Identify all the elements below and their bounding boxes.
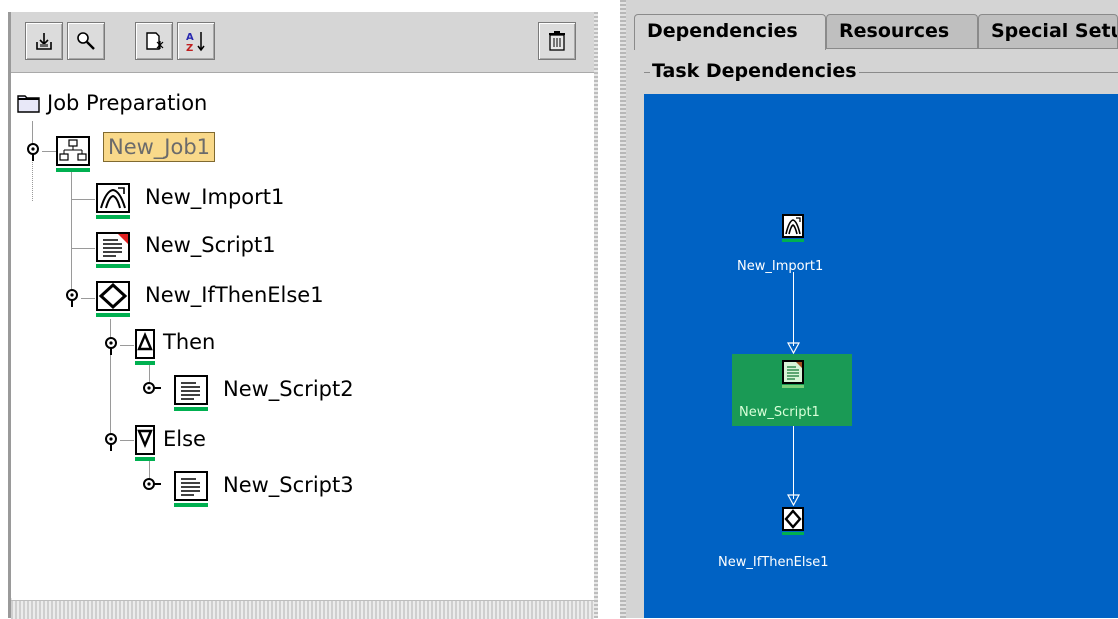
tree-connector bbox=[32, 155, 33, 201]
ifthenelse-node[interactable] bbox=[96, 281, 130, 317]
tree-label-new-ifthenelse1[interactable]: New_IfThenElse1 bbox=[145, 283, 324, 307]
decision-diamond-icon bbox=[784, 509, 802, 529]
import-icon bbox=[100, 187, 126, 209]
graph-node-label[interactable]: New_IfThenElse1 bbox=[718, 555, 829, 570]
import-node[interactable] bbox=[96, 183, 130, 219]
group-title: Task Dependencies bbox=[650, 60, 859, 82]
import-button[interactable] bbox=[25, 22, 63, 60]
sort-az-icon: A Z bbox=[186, 32, 205, 53]
import-icon bbox=[36, 33, 52, 50]
tree-label-new-job1[interactable]: New_Job1 bbox=[103, 132, 216, 162]
tree-root-label: Job Preparation bbox=[47, 91, 208, 115]
expand-handle-icon[interactable] bbox=[62, 287, 82, 307]
search-icon bbox=[77, 32, 95, 50]
graph-node-label[interactable]: New_Script1 bbox=[739, 405, 820, 420]
new-task-button[interactable] bbox=[135, 22, 173, 60]
splitter-strip[interactable] bbox=[620, 0, 626, 618]
tree-label-new-script3[interactable]: New_Script3 bbox=[223, 473, 354, 497]
graph-node-import-icon[interactable] bbox=[782, 214, 804, 242]
tab-dependencies[interactable]: Dependencies bbox=[634, 14, 826, 50]
new-document-icon bbox=[146, 32, 164, 50]
graph-node-script-icon[interactable] bbox=[782, 360, 804, 388]
tree-connector bbox=[42, 151, 56, 152]
folder-icon bbox=[17, 95, 40, 113]
job-tree: Job Preparation New_Job1 New_Import1 New… bbox=[11, 73, 594, 598]
job-node[interactable] bbox=[56, 136, 90, 172]
horizontal-scrollbar[interactable] bbox=[11, 600, 594, 619]
then-node[interactable] bbox=[135, 329, 155, 365]
script-icon bbox=[181, 382, 200, 400]
tree-connector bbox=[71, 199, 95, 200]
import-icon bbox=[785, 217, 801, 235]
script-node[interactable] bbox=[174, 375, 208, 411]
properties-panel: Dependencies Resources Special Setu Task… bbox=[620, 0, 1118, 618]
tree-label-new-script2[interactable]: New_Script2 bbox=[223, 377, 354, 401]
tree-label-then[interactable]: Then bbox=[163, 330, 215, 354]
script-icon bbox=[181, 478, 200, 496]
script-node[interactable] bbox=[96, 232, 130, 268]
dependency-edge bbox=[793, 424, 794, 499]
arrow-head-icon bbox=[787, 342, 800, 354]
expand-handle-icon[interactable] bbox=[101, 431, 121, 451]
triangle-up-icon bbox=[137, 331, 153, 351]
tab-resources[interactable]: Resources bbox=[826, 14, 978, 48]
sort-button[interactable]: A Z bbox=[177, 22, 215, 60]
tree-label-else[interactable]: Else bbox=[163, 427, 206, 451]
splitter[interactable] bbox=[594, 12, 598, 618]
graph-node-label[interactable]: New_Import1 bbox=[737, 259, 823, 274]
expand-handle-icon[interactable] bbox=[101, 335, 121, 355]
leaf-handle-icon bbox=[143, 382, 161, 394]
tree-connector bbox=[81, 298, 95, 299]
triangle-down-icon bbox=[137, 429, 153, 449]
tree-connector bbox=[71, 248, 95, 249]
search-button[interactable] bbox=[67, 22, 105, 60]
delete-button[interactable] bbox=[538, 22, 576, 60]
tree-toolbar: A Z bbox=[11, 12, 594, 73]
arrow-head-icon bbox=[787, 494, 800, 506]
svg-text:A: A bbox=[186, 32, 194, 43]
graph-node-ifthenelse-icon[interactable] bbox=[782, 507, 804, 535]
tree-connector bbox=[120, 345, 134, 346]
expand-handle-icon[interactable] bbox=[23, 141, 43, 161]
leaf-handle-icon bbox=[143, 478, 161, 490]
tree-label-new-import1[interactable]: New_Import1 bbox=[145, 185, 284, 209]
decision-diamond-icon bbox=[98, 282, 128, 310]
svg-text:Z: Z bbox=[186, 43, 193, 53]
job-tree-panel: A Z Job Preparation New_Job1 New_Import1… bbox=[0, 0, 600, 619]
tree-connector bbox=[120, 440, 134, 441]
script-icon bbox=[103, 234, 128, 257]
script-node[interactable] bbox=[174, 471, 208, 507]
dependency-graph-canvas[interactable]: New_Import1 New_Script1 New_IfThenElse1 bbox=[644, 94, 1118, 618]
tree-connector bbox=[71, 169, 72, 299]
trash-icon bbox=[549, 31, 565, 51]
tab-special-setup[interactable]: Special Setu bbox=[978, 14, 1118, 48]
tree-label-new-script1[interactable]: New_Script1 bbox=[145, 233, 276, 257]
job-hierarchy-icon bbox=[59, 139, 87, 161]
dependency-edge bbox=[793, 272, 794, 346]
else-node[interactable] bbox=[135, 425, 155, 461]
script-icon bbox=[787, 362, 802, 380]
